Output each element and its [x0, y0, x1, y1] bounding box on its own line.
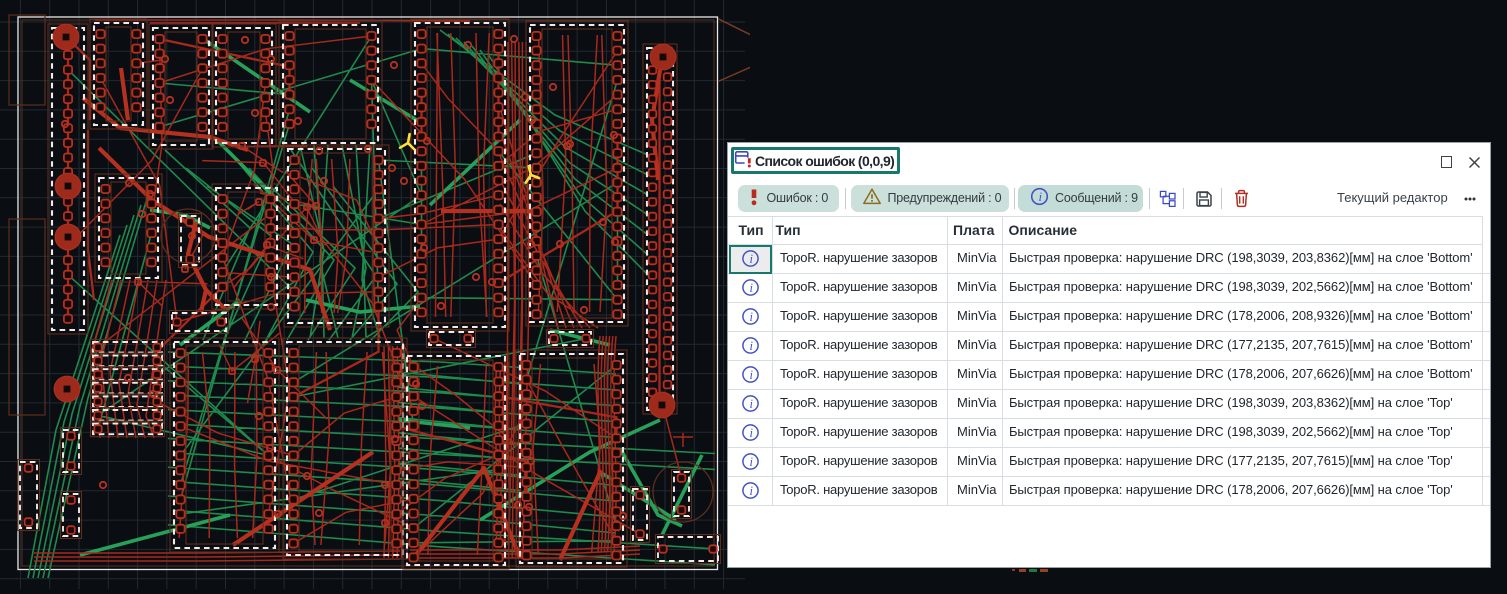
svg-text:i: i — [749, 484, 753, 498]
svg-text:i: i — [749, 310, 753, 324]
svg-text:i: i — [1038, 189, 1042, 204]
svg-text:i: i — [749, 397, 753, 411]
svg-text:i: i — [749, 368, 753, 382]
svg-text:i: i — [749, 455, 753, 469]
svg-text:i: i — [749, 339, 753, 353]
svg-text:i: i — [749, 281, 753, 295]
svg-text:i: i — [749, 426, 753, 440]
svg-text:i: i — [749, 252, 753, 266]
